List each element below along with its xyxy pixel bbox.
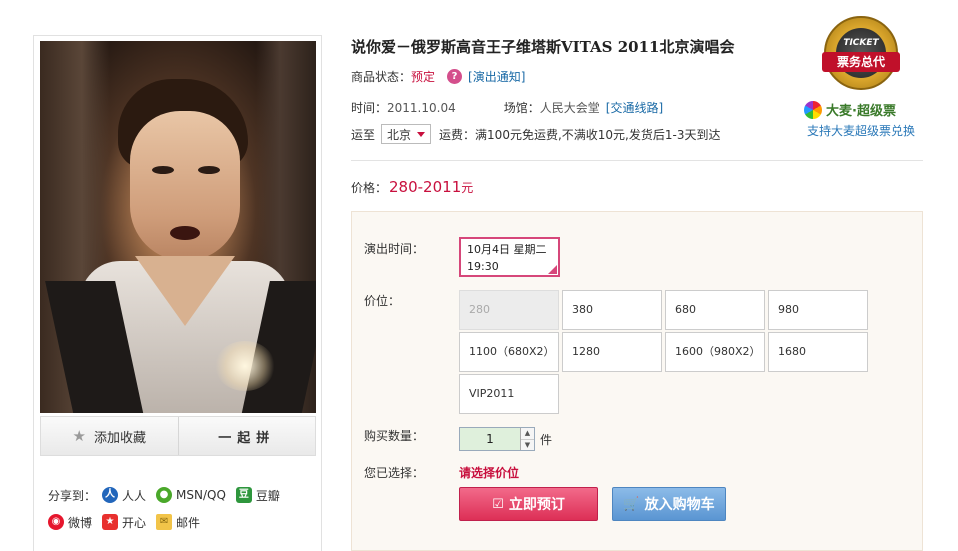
time-label: 时间： bbox=[351, 101, 388, 115]
product-poster-image bbox=[40, 41, 316, 413]
share-renren-link[interactable]: 人 人人 bbox=[102, 487, 146, 504]
show-time-hour: 19:30 bbox=[467, 260, 499, 273]
shipping-row: 运至 北京 运费： 满100元免运费,不满收10元,发货后1-3天到达 bbox=[351, 124, 720, 144]
quantity-stepper[interactable]: 1 ▲ ▼ bbox=[459, 427, 535, 451]
price-option[interactable]: 680 bbox=[665, 290, 765, 330]
venue-value: 人民大会堂 bbox=[539, 101, 600, 115]
share-douban-link[interactable]: 豆 豆瓣 bbox=[235, 487, 280, 504]
weibo-icon: ◉ bbox=[48, 514, 64, 530]
share-douban-label: 豆瓣 bbox=[255, 488, 280, 503]
star-icon: ★ bbox=[72, 427, 86, 445]
share-kaixin-label: 开心 bbox=[122, 515, 147, 530]
price-option[interactable]: 980 bbox=[768, 290, 868, 330]
time-venue-row: 时间： 2011.10.04 场馆： 人民大会堂 [交通线路] bbox=[351, 99, 663, 116]
share-msn-qq-link[interactable]: ● MSN/QQ bbox=[156, 487, 226, 503]
show-notice-link[interactable]: [演出通知] bbox=[468, 68, 525, 85]
add-to-cart-button[interactable]: 🛒 放入购物车 bbox=[612, 487, 726, 521]
selected-check-icon bbox=[548, 265, 557, 274]
share-mail-label: 邮件 bbox=[176, 515, 201, 530]
quantity-label: 购买数量： bbox=[364, 429, 425, 443]
damai-logo-text: 大麦·超级票 bbox=[826, 104, 896, 119]
price-label: 价格： bbox=[351, 181, 388, 195]
help-icon[interactable]: ? bbox=[447, 69, 463, 84]
chosen-value: 请选择价位 bbox=[459, 466, 520, 480]
kaixin-icon: ★ bbox=[102, 514, 119, 530]
product-action-bar: ★ 添加收藏 一起拼 bbox=[40, 416, 316, 456]
mail-icon: ✉ bbox=[156, 514, 173, 530]
status-label: 商品状态： bbox=[351, 70, 412, 84]
damai-flower-icon bbox=[804, 100, 822, 119]
price-option[interactable]: VIP2011 bbox=[459, 374, 559, 414]
add-favorite-button[interactable]: ★ 添加收藏 bbox=[41, 417, 178, 455]
ship-label: 运至 bbox=[351, 127, 376, 142]
damai-super-ticket-logo[interactable]: 大麦·超级票 bbox=[804, 100, 896, 119]
status-value: 预定 bbox=[411, 70, 436, 84]
price-option: 280 bbox=[459, 290, 559, 330]
share-weibo-label: 微博 bbox=[68, 515, 93, 530]
time-value: 2011.10.04 bbox=[387, 100, 456, 115]
msn-qq-icon: ● bbox=[156, 487, 173, 503]
show-time-label: 演出时间： bbox=[364, 242, 425, 256]
chosen-label: 您已选择： bbox=[364, 466, 425, 480]
checkbox-icon: ☑ bbox=[492, 496, 504, 512]
share-weibo-link[interactable]: ◉ 微博 bbox=[48, 514, 92, 531]
fee-label: 运费： bbox=[439, 127, 476, 142]
group-buy-button[interactable]: 一起拼 bbox=[177, 417, 316, 455]
badge-ticket-text: TICKET bbox=[843, 38, 879, 48]
increment-arrow-icon[interactable]: ▲ bbox=[521, 428, 534, 439]
quantity-value[interactable]: 1 bbox=[460, 428, 520, 450]
price-option-label: 价位： bbox=[364, 294, 401, 308]
book-now-button[interactable]: ☑ 立即预订 bbox=[459, 487, 598, 521]
price-row: 价格： 280-2011 元 bbox=[351, 178, 473, 196]
fee-value: 满100元免运费,不满收10元,发货后1-3天到达 bbox=[475, 127, 721, 142]
damai-support-link[interactable]: 支持大麦超级票兑换 bbox=[807, 122, 915, 139]
book-now-label: 立即预订 bbox=[508, 497, 565, 513]
product-image-panel: ★ 添加收藏 一起拼 分享到： 人 人人 ● MSN/QQ 豆 豆瓣 ◉ 微博 bbox=[33, 35, 322, 551]
share-label: 分享到： bbox=[48, 488, 97, 503]
ship-city-value: 北京 bbox=[387, 127, 412, 142]
quantity-unit: 件 bbox=[540, 433, 553, 447]
price-option[interactable]: 380 bbox=[562, 290, 662, 330]
add-to-cart-label: 放入购物车 bbox=[644, 497, 715, 513]
share-msn-qq-label: MSN/QQ bbox=[176, 488, 226, 502]
product-title: 说你爱－俄罗斯高音王子维塔斯VITAS 2011北京演唱会 bbox=[351, 38, 735, 56]
chevron-down-icon bbox=[417, 131, 426, 137]
share-panel: 分享到： 人 人人 ● MSN/QQ 豆 豆瓣 ◉ 微博 ★ 开心 ✉ 邮件 bbox=[48, 484, 318, 533]
add-favorite-label: 添加收藏 bbox=[93, 430, 146, 446]
show-time-date: 10月4日 星期二 bbox=[467, 243, 547, 256]
price-option[interactable]: 1280 bbox=[562, 332, 662, 372]
venue-label: 场馆： bbox=[503, 101, 540, 115]
cart-icon: 🛒 bbox=[623, 496, 640, 512]
price-option[interactable]: 1680 bbox=[768, 332, 868, 372]
share-renren-label: 人人 bbox=[122, 488, 147, 503]
badge-ribbon: 票务总代 bbox=[822, 52, 900, 72]
decrement-arrow-icon[interactable]: ▼ bbox=[521, 438, 534, 451]
ticket-agent-badge: TICKET 票务总代 bbox=[818, 10, 904, 96]
price-unit: 元 bbox=[461, 181, 474, 195]
price-option[interactable]: 1600（980X2） bbox=[665, 332, 765, 372]
douban-icon: 豆 bbox=[235, 487, 252, 503]
price-option[interactable]: 1100（680X2） bbox=[459, 332, 559, 372]
ship-city-select[interactable]: 北京 bbox=[381, 124, 432, 144]
show-time-option-selected[interactable]: 10月4日 星期二 19:30 bbox=[459, 237, 560, 277]
price-value: 280-2011 bbox=[389, 178, 462, 196]
traffic-route-link[interactable]: [交通线路] bbox=[606, 99, 663, 116]
share-mail-link[interactable]: ✉ 邮件 bbox=[156, 514, 200, 531]
renren-icon: 人 bbox=[102, 487, 119, 503]
share-kaixin-link[interactable]: ★ 开心 bbox=[102, 514, 146, 531]
info-divider bbox=[351, 160, 923, 161]
status-row: 商品状态： 预定 ? [演出通知] bbox=[351, 68, 525, 85]
